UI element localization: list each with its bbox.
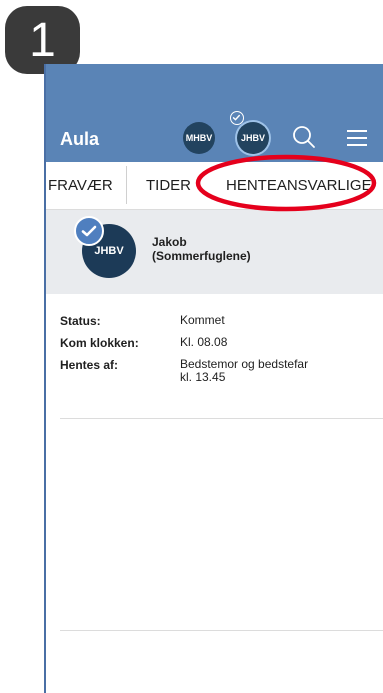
status-details: Status: Kommet Kom klokken: Kl. 08.08 He… <box>46 294 383 418</box>
tab-fravaer[interactable]: FRAVÆR <box>48 177 113 194</box>
arrival-value: Kl. 08.08 <box>180 335 228 349</box>
avatar-mhbv[interactable]: MHBV <box>183 122 215 154</box>
child-header: JHBV Jakob (Sommerfuglene) <box>46 210 383 294</box>
child-group: (Sommerfuglene) <box>152 249 251 263</box>
app-title[interactable]: Aula <box>60 129 99 150</box>
pickup-label: Hentes af: <box>60 358 119 372</box>
arrival-label: Kom klokken: <box>60 336 139 350</box>
section-divider <box>60 630 383 631</box>
selected-check-icon <box>230 111 244 125</box>
status-value: Kommet <box>180 313 225 327</box>
child-first-name: Jakob <box>152 235 187 249</box>
avatar-initials: JHBV <box>240 133 265 143</box>
phone-screen: Aula MHBV JHBV FRAVÆR TIDER HENTEANSVARL… <box>44 64 383 693</box>
tab-divider <box>126 166 127 204</box>
check-icon <box>74 216 104 246</box>
search-icon[interactable] <box>292 125 316 154</box>
avatar-initials: MHBV <box>185 133 213 143</box>
highlight-ellipse <box>195 154 377 212</box>
child-name: Jakob (Sommerfuglene) <box>152 235 251 263</box>
avatar-jhbv[interactable]: JHBV <box>237 122 269 154</box>
pickup-value: Bedstemor og bedstefar kl. 13.45 <box>180 358 380 384</box>
menu-icon[interactable] <box>346 129 368 152</box>
child-avatar-initials: JHBV <box>94 245 124 257</box>
status-label: Status: <box>60 314 101 328</box>
section-divider <box>60 418 383 419</box>
tab-tider[interactable]: TIDER <box>146 177 191 194</box>
app-header: Aula MHBV JHBV <box>46 64 383 162</box>
pickup-time: kl. 13.45 <box>180 370 226 384</box>
